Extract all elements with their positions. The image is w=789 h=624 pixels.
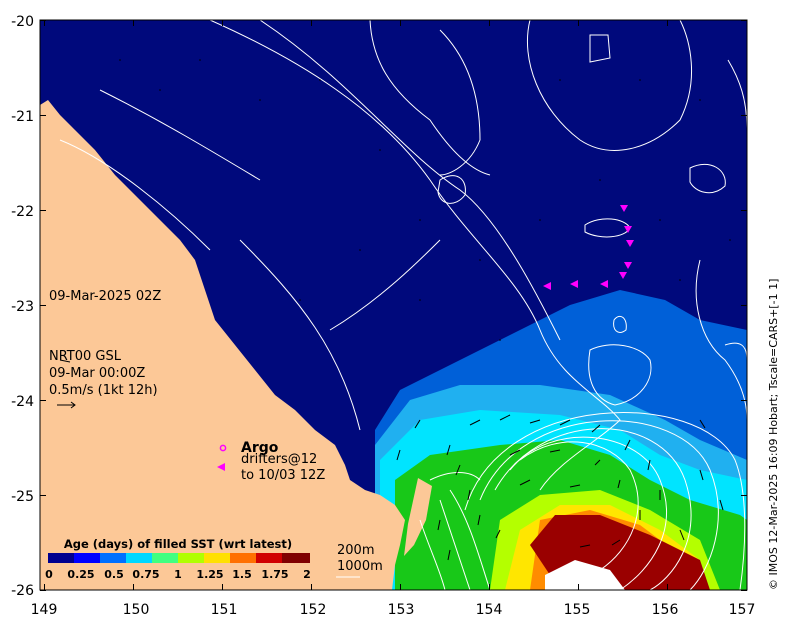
colorbar-tick: 0.25 — [67, 568, 94, 581]
colorbar-segment — [178, 553, 204, 563]
colorbar-tick: 0 — [45, 568, 53, 581]
colorbar-title: Age (days) of filled SST (wrt latest) — [64, 537, 292, 551]
colorbar-tick: 0.75 — [132, 568, 159, 581]
current-model-label: NRT00 GSL — [49, 349, 121, 364]
colorbar-tick: 1.25 — [196, 568, 223, 581]
sst-timestamp: 09-Mar-2025 02Z — [49, 289, 162, 304]
vector-scale-label: 0.5m/s (1kt 12h) — [49, 383, 158, 398]
depth-1000-label: 1000m — [337, 559, 383, 574]
lat-tick: -21 — [11, 109, 34, 125]
lon-tick: 153 — [388, 602, 415, 618]
colorbar-tick: 1.5 — [232, 568, 252, 581]
lat-tick: -23 — [11, 299, 34, 315]
lon-tick: 151 — [211, 602, 238, 618]
credit-text: © IMOS 12-Mar-2025 16:09 Hobart; Tscale=… — [767, 278, 780, 590]
colorbar-tick: 2 — [303, 568, 311, 581]
colorbar-segment — [152, 553, 178, 563]
colorbar-segment — [282, 553, 310, 563]
colorbar-segment — [74, 553, 100, 563]
colorbar-tick: 1 — [174, 568, 182, 581]
lon-tick: 149 — [31, 602, 58, 618]
colorbar: Age (days) of filled SST (wrt latest) 0 … — [45, 537, 311, 581]
lat-tick: -22 — [11, 204, 34, 220]
current-time-label: 09-Mar 00:00Z — [49, 366, 146, 381]
sst-map: 149 150 151 152 153 154 155 156 157 -20 … — [11, 14, 756, 618]
lon-tick: 150 — [123, 602, 150, 618]
colorbar-segment — [230, 553, 256, 563]
depth-200-label: 200m — [337, 543, 375, 558]
lon-tick: 156 — [652, 602, 679, 618]
colorbar-segment — [256, 553, 282, 563]
colorbar-segment — [100, 553, 126, 563]
colorbar-segment — [204, 553, 230, 563]
drifters-label-line2: to 10/03 12Z — [241, 468, 326, 483]
colorbar-segment — [126, 553, 152, 563]
colorbar-tick: 0.5 — [104, 568, 124, 581]
lat-tick: -26 — [11, 583, 34, 599]
lat-tick: -25 — [11, 489, 34, 505]
lon-tick: 155 — [564, 602, 591, 618]
lat-tick: -20 — [11, 14, 34, 30]
lon-tick: 154 — [476, 602, 503, 618]
colorbar-segment — [48, 553, 74, 563]
drifters-label-line1: drifters@12 — [241, 452, 318, 467]
lon-tick: 157 — [729, 602, 756, 618]
lat-tick: -24 — [11, 394, 34, 410]
colorbar-tick: 1.75 — [261, 568, 288, 581]
lon-tick: 152 — [300, 602, 327, 618]
